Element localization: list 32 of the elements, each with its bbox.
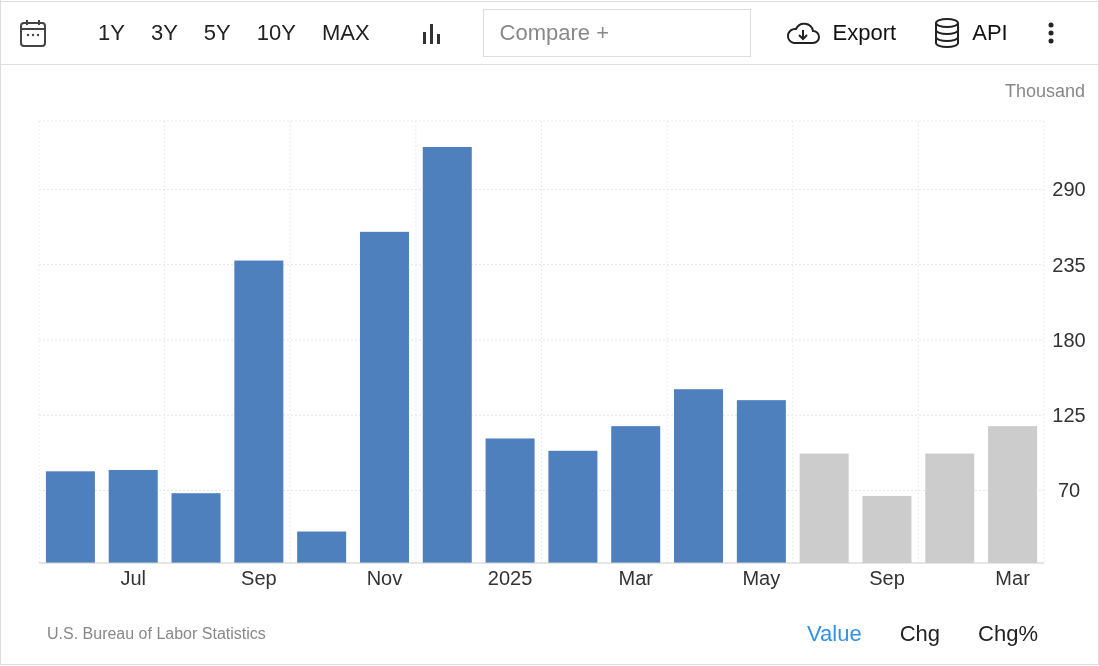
bar-chart-icon[interactable] bbox=[420, 22, 443, 44]
x-axis-label: Nov bbox=[366, 567, 403, 589]
y-axis-label: 235 bbox=[1052, 253, 1086, 276]
range-button[interactable]: 5Y bbox=[190, 16, 244, 50]
calendar-icon[interactable] bbox=[19, 18, 47, 48]
range-button[interactable]: 3Y bbox=[137, 16, 191, 50]
export-button[interactable]: Export bbox=[780, 16, 901, 50]
source-text: U.S. Bureau of Labor Statistics bbox=[47, 625, 266, 643]
range-button[interactable]: 1Y bbox=[85, 16, 138, 50]
y-axis-label: 290 bbox=[1052, 178, 1086, 201]
y-axis-label: 125 bbox=[1052, 404, 1086, 427]
x-axis-label: Sep bbox=[869, 567, 905, 589]
unit-label: Thousand bbox=[1004, 81, 1085, 101]
bar bbox=[297, 531, 347, 563]
view-tab[interactable]: Chg bbox=[889, 617, 951, 651]
api-button[interactable]: API bbox=[930, 14, 1012, 52]
x-axis-label: Mar bbox=[618, 567, 653, 589]
range-button[interactable]: MAX bbox=[308, 16, 383, 50]
x-axis-label: May bbox=[742, 567, 781, 589]
view-tab[interactable]: Chg% bbox=[968, 617, 1048, 651]
x-axis-label: Sep bbox=[241, 567, 277, 589]
range-button[interactable]: 10Y bbox=[243, 16, 309, 50]
x-axis-label: Mar bbox=[995, 567, 1030, 589]
database-icon bbox=[934, 18, 961, 48]
x-axis-label: 2025 bbox=[487, 567, 533, 589]
more-options-icon[interactable] bbox=[1047, 22, 1054, 44]
bar bbox=[171, 493, 221, 563]
y-axis-label: 180 bbox=[1052, 328, 1086, 351]
cloud-download-icon bbox=[784, 21, 821, 45]
y-axis-label: 70 bbox=[1057, 479, 1081, 502]
x-axis-label: Jul bbox=[120, 567, 146, 589]
compare-field[interactable]: Compare + bbox=[482, 9, 751, 57]
